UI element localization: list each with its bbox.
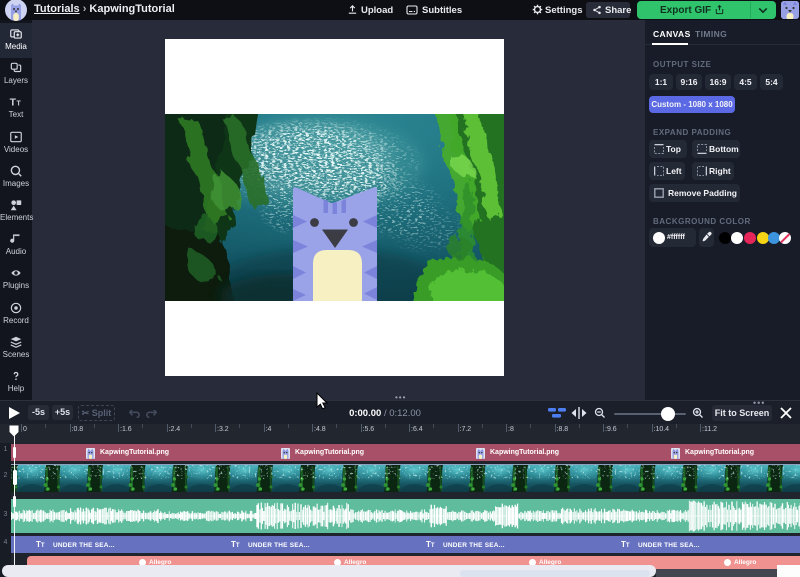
svg-text:T: T — [17, 100, 22, 107]
svg-text:T: T — [10, 97, 17, 108]
